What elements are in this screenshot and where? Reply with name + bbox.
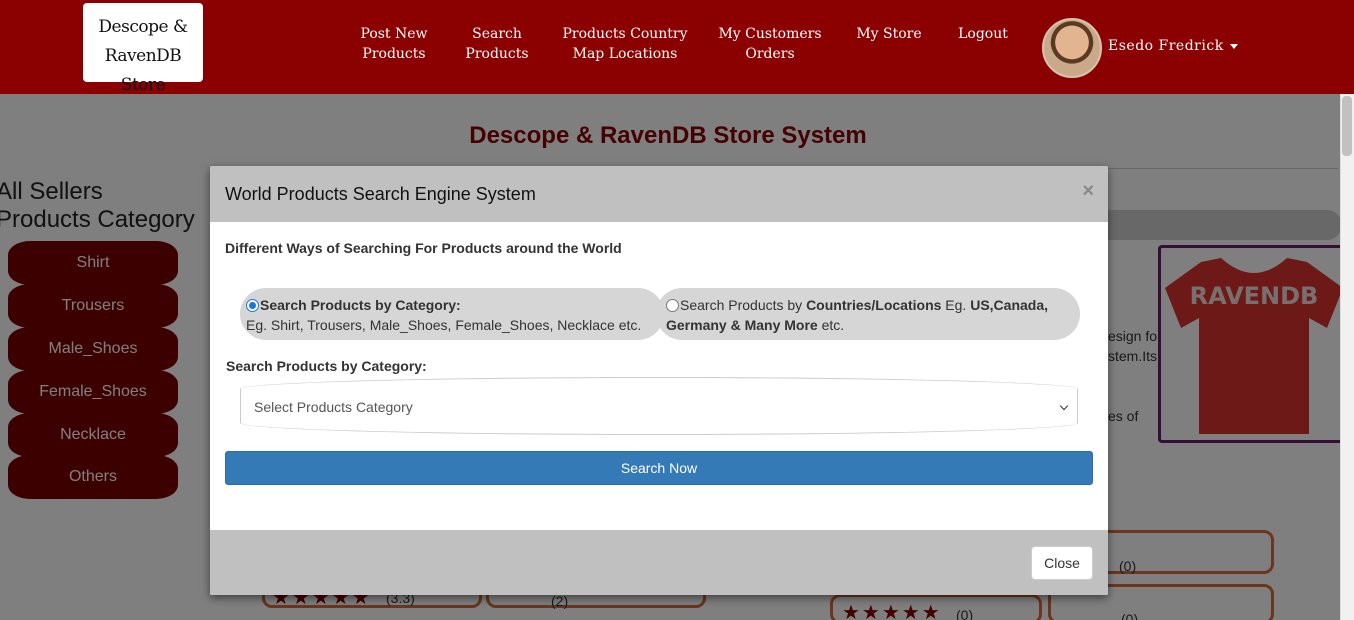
nav-label-line1: Products Country [562, 26, 688, 42]
option-search-by-category[interactable]: Search Products by Category: Eg. Shirt, … [240, 288, 664, 340]
category-select-value: Select Products Category [254, 399, 413, 415]
user-avatar[interactable] [1042, 18, 1102, 78]
close-icon[interactable]: × [1082, 180, 1094, 203]
nav-label-line1: My Store [856, 26, 922, 42]
option-category-desc: Eg. Shirt, Trousers, Male_Shoes, Female_… [246, 317, 642, 333]
option-country-mid: Eg. [941, 297, 971, 313]
nav-my-store[interactable]: My Store [852, 24, 926, 44]
modal-title: World Products Search Engine System [225, 184, 536, 204]
user-menu-toggle[interactable]: Esedo Fredrick [1108, 38, 1238, 54]
nav-search-products[interactable]: Search Products [462, 24, 532, 64]
nav-label-line1: Post New [360, 26, 428, 42]
option-category-label: Search Products by Category: [260, 297, 461, 313]
search-now-button[interactable]: Search Now [225, 451, 1093, 485]
store-logo[interactable]: Descope & RavenDB Store [83, 3, 203, 95]
radio-country[interactable] [666, 299, 679, 312]
page-scrollbar[interactable] [1340, 94, 1354, 620]
caret-down-icon [1229, 43, 1238, 49]
option-country-examples-2: Germany & Many More [666, 317, 818, 333]
nav-label-line2: Map Locations [572, 46, 678, 62]
nav-label-line2: Orders [745, 46, 795, 62]
close-button[interactable]: Close [1031, 546, 1093, 580]
nav-label-line2: Products [465, 46, 529, 62]
option-search-by-country[interactable]: Search Products by Countries/Locations E… [656, 288, 1080, 340]
nav-my-customers-orders[interactable]: My Customers Orders [718, 24, 822, 64]
option-country-suffix: etc. [817, 317, 845, 333]
modal-header: World Products Search Engine System × [210, 166, 1108, 222]
top-navbar: Descope & RavenDB Store Post New Product… [0, 0, 1354, 95]
option-country-prefix: Search Products by [680, 297, 807, 313]
nav-products-country-map[interactable]: Products Country Map Locations [562, 24, 688, 64]
user-name: Esedo Fredrick [1108, 38, 1224, 54]
category-select-label: Search Products by Category: [226, 358, 427, 374]
option-country-examples: US,Canada, [970, 297, 1049, 313]
nav-logout[interactable]: Logout [956, 24, 1010, 44]
nav-label-line2: Products [362, 46, 426, 62]
category-select[interactable]: Select Products Category [240, 377, 1078, 435]
radio-category[interactable] [246, 299, 259, 312]
logo-line-1: Descope & RavenDB [98, 17, 188, 66]
nav-label-line1: My Customers [718, 26, 822, 42]
nav-label-line1: Logout [958, 26, 1008, 42]
modal-footer: Close [210, 530, 1108, 595]
chevron-down-icon [1059, 401, 1069, 411]
search-modal: World Products Search Engine System × Di… [210, 166, 1108, 595]
modal-subtitle: Different Ways of Searching For Products… [225, 240, 622, 256]
nav-label-line1: Search [472, 26, 522, 42]
nav-post-new-products[interactable]: Post New Products [356, 24, 432, 64]
scrollbar-thumb[interactable] [1342, 96, 1352, 156]
option-country-label: Countries/Locations [806, 297, 942, 313]
